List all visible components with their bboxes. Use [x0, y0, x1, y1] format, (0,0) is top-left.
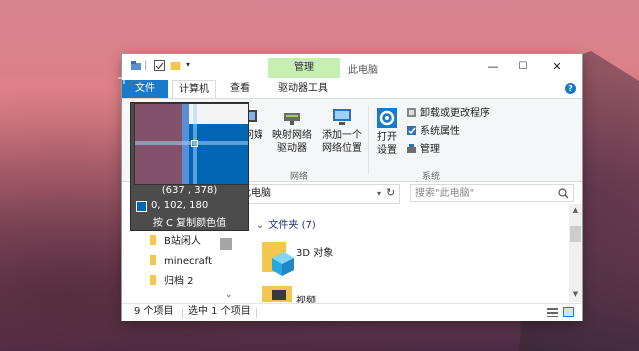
open-settings-button[interactable]: 打开 设置 [372, 107, 402, 157]
nav-item-archive[interactable]: 归档 2 [150, 274, 194, 290]
cursor-coordinates: (637 , 378) [161, 185, 218, 196]
address-dropdown-icon[interactable]: ▾ [377, 185, 381, 203]
status-separator [182, 308, 183, 318]
refresh-icon[interactable]: ↻ [386, 186, 395, 199]
content-pane: ⌄ 文件夹 (7) 3D 对象 视频 [234, 208, 568, 307]
folder-icon [150, 255, 156, 265]
folder-label-3d-objects: 3D 对象 [296, 248, 334, 259]
search-placeholder: 搜索"此电脑" [415, 188, 475, 199]
address-bar[interactable]: ›此电脑 ▾ [226, 184, 400, 204]
quick-access-dropdown-icon[interactable]: ▾ [186, 60, 190, 69]
crosshair-cursor-icon [118, 72, 130, 84]
scrollbar-thumb[interactable] [570, 226, 581, 242]
ribbon-tabs: 文件 计算机 查看 驱动器工具 ? [122, 80, 582, 99]
system-group-label: 系统 [422, 172, 441, 182]
uninstall-label: 卸载或更改程序 [420, 108, 490, 119]
system-properties-label: 系统属性 [420, 126, 460, 137]
properties-icon[interactable] [154, 60, 165, 74]
folder-icon [150, 235, 156, 245]
search-input[interactable]: 搜索"此电脑" [410, 184, 574, 202]
item-count: 9 个项目 [134, 306, 174, 317]
network-drive-icon [284, 113, 300, 125]
add-network-location-button[interactable]: 添加一个 网络位置 [320, 107, 364, 155]
folder-3d-objects[interactable] [260, 238, 296, 279]
system-properties-button[interactable]: 系统属性 [406, 125, 460, 139]
nav-item-label: minecraft [164, 256, 213, 267]
status-bar: 9 个项目 选中 1 个项目 [122, 303, 582, 321]
maximize-button[interactable]: ☐ [510, 58, 536, 76]
magnified-file-tab [189, 124, 248, 184]
map-drive-label-2: 驱动器 [277, 143, 307, 154]
nav-item-label: 归档 2 [164, 276, 194, 287]
folders-section-header[interactable]: ⌄ 文件夹 (7) [256, 216, 316, 231]
magnified-window-white [182, 104, 248, 124]
open-settings-label-1: 打开 [377, 132, 397, 143]
folders-section-label: 文件夹 (7) [268, 220, 316, 231]
nav-scrollbar-thumb[interactable] [220, 238, 232, 250]
magnified-view [134, 103, 248, 185]
copy-color-hint: 按 C 复制颜色值 [152, 218, 227, 229]
folder-icon [150, 275, 156, 285]
scroll-up-icon[interactable]: ▲ [569, 206, 582, 214]
manage-context-tab[interactable]: 管理 [268, 58, 340, 78]
3d-objects-icon [262, 242, 294, 276]
scroll-down-icon[interactable]: ▼ [569, 290, 582, 298]
rgb-value: 0, 102, 180 [151, 200, 209, 211]
help-icon[interactable]: ? [565, 83, 576, 94]
color-picker-magnifier: (637 , 378) 0, 102, 180 按 C 复制颜色值 [130, 102, 249, 231]
network-group-label: 网络 [290, 172, 309, 182]
map-network-drive-button[interactable]: 映射网络 驱动器 [272, 107, 312, 155]
manage-label: 管理 [420, 144, 440, 155]
system-properties-icon [407, 126, 416, 135]
minimize-button[interactable]: — [480, 58, 506, 76]
uninstall-programs-button[interactable]: 卸载或更改程序 [406, 107, 490, 121]
title-bar: | ▾ 管理 此电脑 — ☐ ✕ [122, 54, 582, 80]
videos-folder-icon [262, 286, 292, 302]
magnifier-center-marker [191, 140, 198, 147]
nav-item-label: B站闲人 [164, 236, 201, 247]
manage-button[interactable]: 管理 [406, 143, 440, 157]
details-view-icon[interactable] [547, 307, 558, 317]
ribbon-separator [368, 105, 369, 175]
search-icon [558, 188, 569, 199]
large-icons-view-icon[interactable] [563, 307, 574, 317]
nav-item-minecraft[interactable]: minecraft [150, 254, 212, 270]
new-folder-icon[interactable] [170, 60, 181, 74]
uninstall-icon [407, 108, 416, 117]
manage-icon [407, 144, 416, 153]
explorer-icon[interactable] [130, 60, 142, 74]
nav-item-bilibili[interactable]: B站闲人 [150, 234, 201, 250]
nav-scroll-down-icon[interactable]: ⌄ [225, 290, 233, 300]
folder-videos[interactable] [260, 282, 296, 305]
tab-computer[interactable]: 计算机 [172, 80, 216, 99]
content-scrollbar[interactable]: ▲ ▼ [569, 204, 582, 302]
collapse-chevron-icon: ⌄ [256, 220, 265, 231]
tab-drive-tools[interactable]: 驱动器工具 [278, 80, 328, 98]
network-location-icon [333, 109, 351, 125]
selected-count: 选中 1 个项目 [188, 306, 251, 317]
color-swatch [136, 201, 147, 212]
tab-view[interactable]: 查看 [230, 80, 250, 98]
status-separator [256, 308, 257, 318]
add-location-label-2: 网络位置 [322, 143, 362, 154]
add-location-label-1: 添加一个 [322, 130, 362, 141]
map-drive-label-1: 映射网络 [272, 130, 312, 141]
gear-icon [377, 108, 397, 128]
open-settings-label-2: 设置 [377, 145, 397, 156]
window-title: 此电脑 [348, 65, 378, 76]
close-button[interactable]: ✕ [544, 58, 570, 76]
title-separator: | [144, 60, 148, 71]
